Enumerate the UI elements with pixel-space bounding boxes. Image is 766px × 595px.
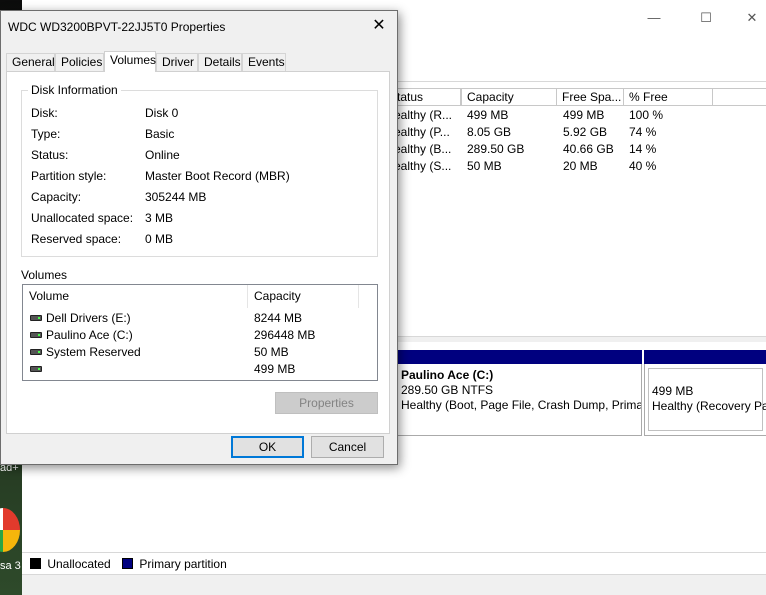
- tab-policies[interactable]: Policies: [55, 53, 104, 72]
- partition-size: 499 MB: [652, 384, 694, 398]
- table-cell-capacity[interactable]: 499 MB: [467, 107, 508, 124]
- volume-capacity: 296448 MB: [254, 328, 316, 342]
- volumes-tab-panel: Disk Information Disk: Disk 0 Type: Basi…: [6, 71, 390, 434]
- reserved-space-label: Reserved space:: [31, 232, 122, 246]
- partition-style-label: Partition style:: [31, 169, 107, 183]
- list-item[interactable]: System Reserved: [30, 344, 141, 361]
- properties-button[interactable]: Properties: [275, 392, 378, 414]
- column-header-capacity[interactable]: Capacity: [248, 285, 359, 308]
- properties-dialog: WDC WD3200BPVT-22JJ5T0 Properties ✕ Gene…: [0, 10, 398, 465]
- maximize-button[interactable]: ☐: [686, 8, 726, 28]
- list-item[interactable]: Dell Drivers (E:): [30, 310, 131, 327]
- volume-name: System Reserved: [46, 345, 141, 359]
- type-value: Basic: [145, 127, 175, 141]
- partition-size: 289.50 GB NTFS: [401, 383, 494, 397]
- volume-capacity: 499 MB: [254, 362, 296, 376]
- status-label: Status:: [31, 148, 69, 162]
- volume-name: Paulino Ace (C:): [46, 328, 133, 342]
- minimize-button[interactable]: —: [634, 8, 674, 28]
- volume-name: Dell Drivers (E:): [46, 311, 131, 325]
- table-cell-free[interactable]: 20 MB: [563, 158, 598, 175]
- table-cell-percent[interactable]: 74 %: [629, 124, 656, 141]
- legend-label-primary: Primary partition: [139, 557, 227, 571]
- dialog-title: WDC WD3200BPVT-22JJ5T0 Properties: [8, 20, 226, 34]
- unallocated-swatch: [30, 558, 41, 569]
- column-header-filler: [713, 88, 766, 106]
- column-header-volume[interactable]: Volume: [23, 285, 248, 308]
- table-cell-free[interactable]: 5.92 GB: [563, 124, 607, 141]
- disk-information-group: Disk Information Disk: Disk 0 Type: Basi…: [21, 83, 378, 257]
- capacity-label: Capacity:: [31, 190, 82, 204]
- table-cell-capacity[interactable]: 8.05 GB: [467, 124, 511, 141]
- table-cell-status[interactable]: ealthy (P...: [394, 124, 460, 141]
- tab-general[interactable]: General: [6, 53, 55, 72]
- close-icon[interactable]: ✕: [367, 16, 391, 36]
- primary-partition-swatch: [122, 558, 134, 569]
- partition-style-value: Master Boot Record (MBR): [145, 169, 290, 183]
- cancel-button[interactable]: Cancel: [311, 436, 384, 458]
- volume-capacity: 50 MB: [254, 345, 289, 359]
- drive-icon: [30, 315, 42, 321]
- partition-color-bar: [392, 350, 642, 364]
- partition-name: [652, 371, 759, 384]
- partition-recovery[interactable]: 499 MB Healthy (Recovery Pa: [644, 364, 766, 436]
- column-header-status[interactable]: tatus: [392, 88, 461, 106]
- table-cell-status[interactable]: ealthy (S...: [394, 158, 460, 175]
- table-cell-percent[interactable]: 14 %: [629, 141, 656, 158]
- tab-events[interactable]: Events: [242, 53, 286, 72]
- partition-status: Healthy (Recovery Pa: [652, 399, 766, 413]
- capacity-value: 305244 MB: [145, 190, 207, 204]
- disk-value: Disk 0: [145, 106, 179, 120]
- drive-icon: [30, 332, 42, 338]
- column-header-capacity[interactable]: Capacity: [461, 88, 557, 106]
- partition-name: Paulino Ace (C:): [401, 368, 494, 382]
- partition-c-drive[interactable]: Paulino Ace (C:) 289.50 GB NTFS Healthy …: [392, 364, 642, 436]
- table-cell-free[interactable]: 40.66 GB: [563, 141, 614, 158]
- volumes-list[interactable]: Volume Capacity Dell Drivers (E:) 8244 M…: [22, 284, 378, 381]
- volume-capacity: 8244 MB: [254, 311, 303, 325]
- column-header-percent-free[interactable]: % Free: [624, 88, 713, 106]
- status-value: Online: [145, 148, 180, 162]
- table-cell-status[interactable]: ealthy (B...: [394, 141, 460, 158]
- group-label: Disk Information: [28, 83, 121, 97]
- table-cell-percent[interactable]: 40 %: [629, 158, 656, 175]
- ok-button[interactable]: OK: [231, 436, 304, 458]
- legend: Unallocated Primary partition: [22, 552, 766, 574]
- table-cell-free[interactable]: 499 MB: [563, 107, 604, 124]
- list-item[interactable]: [30, 361, 46, 378]
- tab-details[interactable]: Details: [198, 53, 242, 72]
- close-button[interactable]: ✕: [732, 8, 766, 28]
- partition-status: Healthy (Boot, Page File, Crash Dump, Pr…: [401, 398, 642, 412]
- app-icon[interactable]: [0, 508, 20, 552]
- status-bar: [22, 574, 766, 595]
- table-cell-capacity[interactable]: 289.50 GB: [467, 141, 524, 158]
- drive-icon: [30, 349, 42, 355]
- type-label: Type:: [31, 127, 61, 141]
- disk-label: Disk:: [31, 106, 58, 120]
- tab-volumes[interactable]: Volumes: [104, 51, 156, 72]
- list-item[interactable]: Paulino Ace (C:): [30, 327, 133, 344]
- table-cell-percent[interactable]: 100 %: [629, 107, 663, 124]
- volumes-section-label: Volumes: [21, 268, 68, 282]
- table-cell-status[interactable]: ealthy (R...: [394, 107, 460, 124]
- unallocated-space-label: Unallocated space:: [31, 211, 134, 225]
- desktop-icon-label: sa 3: [0, 560, 21, 572]
- unallocated-space-value: 3 MB: [145, 211, 174, 225]
- tab-driver[interactable]: Driver: [156, 53, 198, 72]
- legend-label-unallocated: Unallocated: [47, 557, 111, 571]
- drive-icon: [30, 366, 42, 372]
- partition-color-bar: [644, 350, 766, 364]
- column-header-free-space[interactable]: Free Spa...: [557, 88, 624, 106]
- reserved-space-value: 0 MB: [145, 232, 174, 246]
- table-cell-capacity[interactable]: 50 MB: [467, 158, 502, 175]
